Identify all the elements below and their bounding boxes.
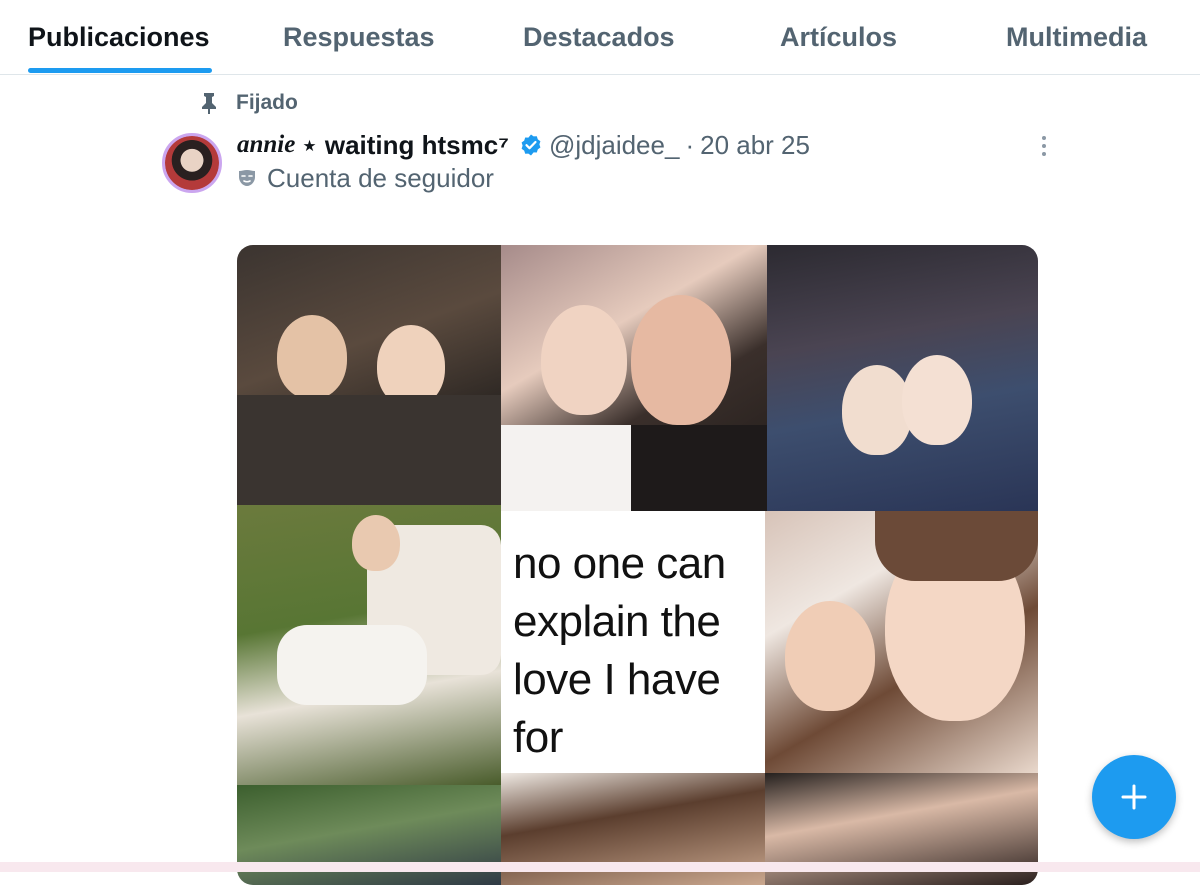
- collage-photo-3: [767, 245, 1038, 511]
- pinned-indicator: Fijado: [200, 90, 298, 116]
- avatar[interactable]: [162, 133, 222, 193]
- pin-icon: [202, 93, 216, 114]
- verified-badge-icon: [521, 134, 541, 156]
- tab-publicaciones[interactable]: Publicaciones: [28, 22, 210, 53]
- mask-icon: [239, 170, 255, 186]
- tab-multimedia[interactable]: Multimedia: [1006, 22, 1147, 53]
- collage-photo-2: [501, 245, 767, 511]
- display-name-rest[interactable]: ⋆ waiting htsmc⁷: [301, 130, 509, 161]
- plus-icon: [1121, 784, 1147, 810]
- post-date[interactable]: 20 abr 25: [700, 130, 810, 161]
- collage-photo-1: [237, 245, 501, 505]
- bottom-edge: [0, 862, 1200, 872]
- collage-photo-6: [765, 511, 1038, 773]
- compose-fab-button[interactable]: [1092, 755, 1176, 839]
- tab-respuestas[interactable]: Respuestas: [283, 22, 435, 53]
- post-author-row: annie ⋆ waiting htsmc⁷ @jdjaidee_ · 20 a…: [237, 128, 810, 162]
- more-options-button[interactable]: [1030, 136, 1058, 156]
- more-vertical-icon: [1042, 136, 1046, 140]
- post-media-collage[interactable]: no one can explain the love I have for: [237, 245, 1038, 885]
- collage-photo-4: [237, 505, 501, 785]
- separator-dot: ·: [685, 129, 695, 160]
- profile-tabs: Publicaciones Respuestas Destacados Artí…: [0, 0, 1200, 75]
- author-handle[interactable]: @jdjaidee_: [549, 130, 679, 161]
- account-type-label: Cuenta de seguidor: [267, 162, 494, 193]
- pinned-label: Fijado: [236, 91, 298, 114]
- meme-caption: no one can explain the love I have for: [513, 539, 726, 762]
- collage-meme-text: no one can explain the love I have for: [501, 511, 765, 773]
- account-type-row: Cuenta de seguidor: [237, 162, 494, 194]
- display-name-italic[interactable]: annie: [237, 131, 295, 159]
- tab-destacados[interactable]: Destacados: [523, 22, 675, 53]
- avatar-image: [165, 136, 219, 190]
- active-tab-indicator: [28, 68, 212, 73]
- tab-articulos[interactable]: Artículos: [780, 22, 897, 53]
